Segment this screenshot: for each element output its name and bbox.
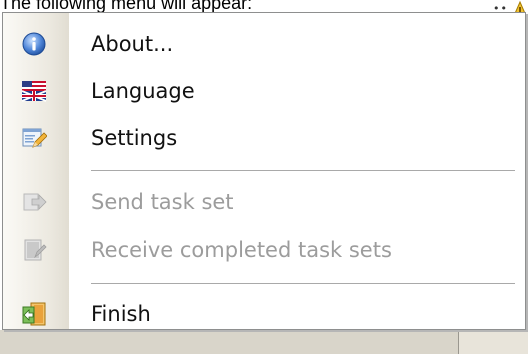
- menu-separator: [91, 283, 515, 287]
- receive-document-icon: [24, 239, 47, 261]
- info-icon: [22, 32, 46, 56]
- menu-item-send-task-set[interactable]: Send task set: [3, 179, 525, 225]
- context-menu: About... Language Settings Send task set…: [2, 12, 526, 330]
- exit-door-icon: [22, 302, 46, 326]
- menu-item-finish[interactable]: Finish: [3, 291, 525, 337]
- menu-item-label: Settings: [91, 126, 178, 150]
- flag-icon: [21, 81, 47, 102]
- menu-item-about[interactable]: About...: [3, 21, 525, 67]
- menu-item-label: Receive completed task sets: [91, 238, 392, 262]
- menu-item-receive-task-sets[interactable]: Receive completed task sets: [3, 227, 525, 273]
- menu-item-label: Send task set: [91, 190, 234, 214]
- menu-item-label: About...: [91, 32, 174, 56]
- menu-item-label: Finish: [91, 302, 151, 326]
- menu-item-settings[interactable]: Settings: [3, 115, 525, 161]
- send-arrow-icon: [23, 193, 47, 211]
- menu-item-label: Language: [91, 79, 195, 103]
- settings-edit-icon: [22, 128, 47, 148]
- menu-separator: [91, 170, 515, 174]
- menu-item-language[interactable]: Language: [3, 68, 525, 114]
